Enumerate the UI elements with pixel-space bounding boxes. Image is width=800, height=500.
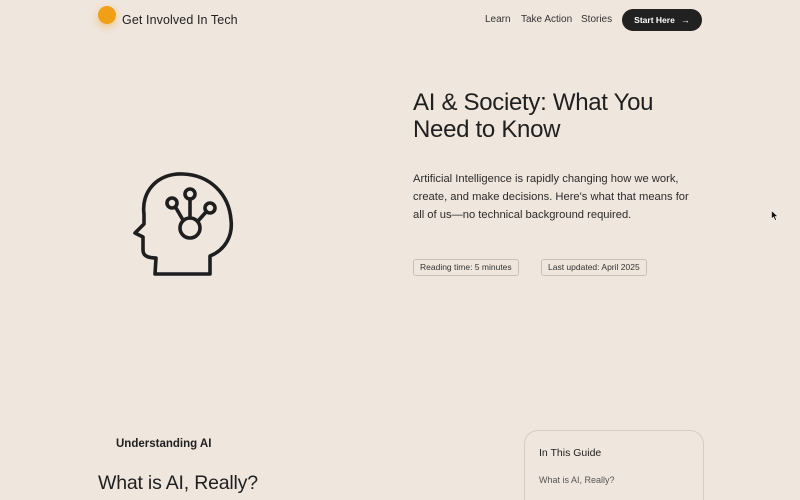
page: Get Involved In Tech Learn Take Action S… bbox=[0, 0, 800, 500]
nav-stories-link[interactable]: Stories bbox=[581, 14, 612, 25]
start-here-button[interactable]: Start Here → bbox=[622, 9, 702, 31]
section-label: Understanding AI bbox=[116, 438, 212, 450]
table-of-contents: In This Guide What is AI, Really? bbox=[524, 430, 704, 500]
mouse-cursor-icon bbox=[771, 210, 779, 221]
logo-dot-icon[interactable] bbox=[98, 6, 116, 24]
site-header: Get Involved In Tech Learn Take Action S… bbox=[98, 6, 702, 34]
toc-title: In This Guide bbox=[539, 447, 602, 459]
nav-take-action-link[interactable]: Take Action bbox=[521, 14, 572, 25]
page-title: AI & Society: What You Need to Know bbox=[413, 89, 654, 143]
brand-name[interactable]: Get Involved In Tech bbox=[122, 13, 238, 27]
hero-description: Artificial Intelligence is rapidly chang… bbox=[413, 173, 689, 221]
arrow-right-icon: → bbox=[680, 15, 690, 25]
start-here-label: Start Here bbox=[634, 15, 675, 25]
ai-head-circuit-icon bbox=[133, 172, 234, 276]
section-title: What is AI, Really? bbox=[98, 472, 258, 494]
reading-time-badge: Reading time: 5 minutes bbox=[413, 259, 519, 276]
toc-item-what-is-ai[interactable]: What is AI, Really? bbox=[539, 475, 615, 485]
nav-learn-link[interactable]: Learn bbox=[485, 14, 511, 25]
last-updated-badge: Last updated: April 2025 bbox=[541, 259, 647, 276]
